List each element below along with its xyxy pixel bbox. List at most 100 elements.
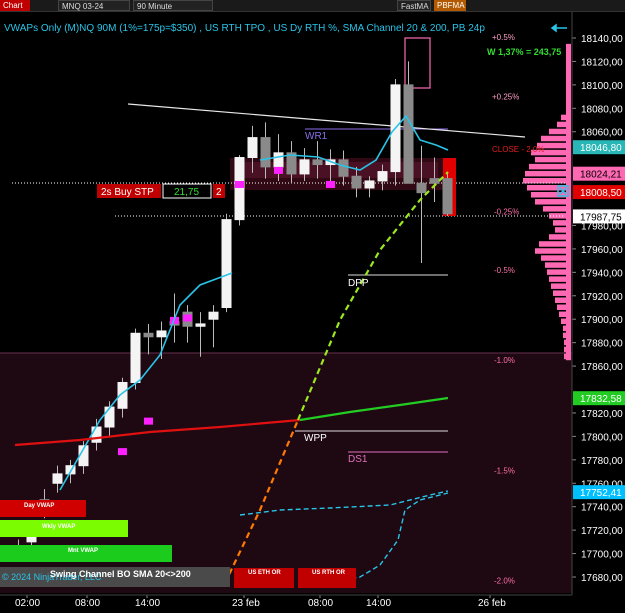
volume-profile-bar — [525, 170, 567, 177]
candle — [442, 173, 453, 217]
candle-body — [338, 159, 349, 177]
candle-body — [52, 473, 63, 484]
volume-profile-bar — [545, 262, 567, 268]
buy-stop-qty: 2 — [216, 187, 222, 198]
candle — [221, 213, 232, 313]
volume-profile-bar — [543, 206, 567, 212]
candle-body — [273, 152, 284, 168]
candle-body — [312, 159, 323, 166]
y-tick-label: 17720,00 — [581, 526, 623, 537]
volume-profile-bar — [557, 121, 567, 128]
price-flag-label: 17832,58 — [580, 394, 622, 405]
pct-level-label: -1.0% — [494, 356, 515, 365]
volume-profile-bar — [557, 304, 567, 310]
price-flag-label: 17987,75 — [580, 212, 622, 223]
y-tick-label: 17860,00 — [581, 362, 623, 373]
candle-body — [104, 406, 115, 428]
x-tick-label: 08:00 — [75, 598, 100, 609]
volume-profile-bar — [549, 234, 567, 240]
y-tick-label: 17820,00 — [581, 409, 623, 420]
x-tick-label: 02:00 — [15, 598, 40, 609]
volume-profile-bar — [535, 248, 567, 254]
candle-body — [351, 175, 362, 189]
candle-body — [143, 332, 154, 338]
volume-profile-bar — [541, 255, 567, 261]
x-tick-label: 14:00 — [135, 598, 160, 609]
volume-profile-bar — [529, 163, 567, 170]
volume-profile-bar — [553, 220, 567, 226]
y-tick-label: 18140,00 — [581, 34, 623, 45]
candle-body — [247, 137, 258, 159]
price-flag-label: 18024,21 — [580, 170, 622, 181]
volume-profile-bar — [549, 276, 567, 282]
y-tick-label: 17700,00 — [581, 550, 623, 561]
us-rth-or-label: US RTH OR — [312, 570, 346, 576]
volume-profile-bar — [555, 227, 567, 233]
candle-body — [26, 536, 37, 543]
signal-marker — [235, 180, 244, 188]
chart-title: VWAPs Only (M)NQ 90M (1%=175p=$350) , US… — [4, 23, 485, 34]
close-label: CLOSE - 2,0% — [492, 145, 544, 154]
pct-level-label: +0.5% — [492, 33, 515, 42]
y-tick-label: 17920,00 — [581, 292, 623, 303]
candle-body — [208, 311, 219, 320]
candle-body — [195, 323, 206, 327]
candle — [195, 312, 206, 357]
day-vwap-label: Day VWAP — [24, 503, 54, 509]
candle-body — [260, 137, 271, 168]
volume-profile-bar — [541, 135, 567, 142]
y-tick-label: 18080,00 — [581, 104, 623, 115]
dpp-label: DPP — [348, 278, 369, 289]
volume-profile-bar — [523, 177, 567, 184]
scroll-arrow-icon[interactable] — [550, 23, 567, 33]
us-eth-or-label: US ETH OR — [248, 570, 281, 576]
x-tick-label: 26 feb — [478, 598, 506, 609]
volume-profile-bar — [539, 241, 567, 247]
candle-body — [416, 182, 427, 194]
price-chart[interactable]: +0.5% +0.25% -0.25% -0.5% -1.0% -1.5% -2.0% 181… — [0, 0, 625, 613]
signal-marker — [274, 166, 283, 174]
candle-body — [156, 330, 167, 338]
wpp-label: WPP — [304, 433, 327, 444]
candle-body — [442, 178, 453, 215]
mnt-vwap-label: Mnt VWAP — [68, 548, 98, 554]
buy-stop-label: 2s Buy STP — [101, 187, 154, 198]
pct-level-label: -0.5% — [494, 266, 515, 275]
candle-body — [91, 426, 102, 443]
y-tick-label: 17800,00 — [581, 432, 623, 443]
candle-body — [403, 84, 414, 184]
volume-profile-bar — [535, 156, 567, 163]
week-pct-label: W 1,37% = 243,75 — [487, 47, 561, 57]
y-tick-label: 17960,00 — [581, 245, 623, 256]
wr1-label: WR1 — [305, 131, 328, 142]
y-tick-label: 17740,00 — [581, 503, 623, 514]
y-tick-label: 17680,00 — [581, 573, 623, 584]
volume-profile-bar — [535, 199, 567, 205]
candle-body — [429, 178, 440, 184]
buy-stop-value: 21,75 — [174, 187, 199, 198]
x-tick-label: 08:00 — [308, 598, 333, 609]
price-flag-label: 18008,50 — [580, 188, 622, 199]
signal-marker — [183, 314, 192, 322]
candle — [234, 155, 245, 226]
volume-profile-bar — [559, 311, 567, 318]
swing-channel-label: Swing Channel BO SMA 20<>200 — [50, 569, 191, 579]
pct-level-label: -2.0% — [494, 577, 515, 586]
buy-stop-order[interactable]: 2s Buy STP 21,75 2 — [97, 183, 225, 199]
y-tick-label: 17940,00 — [581, 268, 623, 279]
y-tick-label: 18060,00 — [581, 128, 623, 139]
candle-body — [299, 159, 310, 175]
signal-marker — [118, 448, 127, 456]
volume-profile-spine — [566, 43, 571, 361]
signal-marker — [144, 417, 153, 425]
volume-profile-bar — [553, 290, 567, 296]
candle-body — [234, 157, 245, 221]
price-flag-label: 17752,41 — [580, 488, 622, 499]
y-tick-label: 17880,00 — [581, 339, 623, 350]
pct-level-label: -0.25% — [494, 207, 519, 216]
volume-profile-bar — [547, 269, 567, 275]
x-tick-label: 14:00 — [366, 598, 391, 609]
x-tick-label: 23 feb — [232, 598, 260, 609]
y-tick-label: 17780,00 — [581, 456, 623, 467]
wkly-vwap-label: Wkly VWAP — [42, 524, 75, 530]
